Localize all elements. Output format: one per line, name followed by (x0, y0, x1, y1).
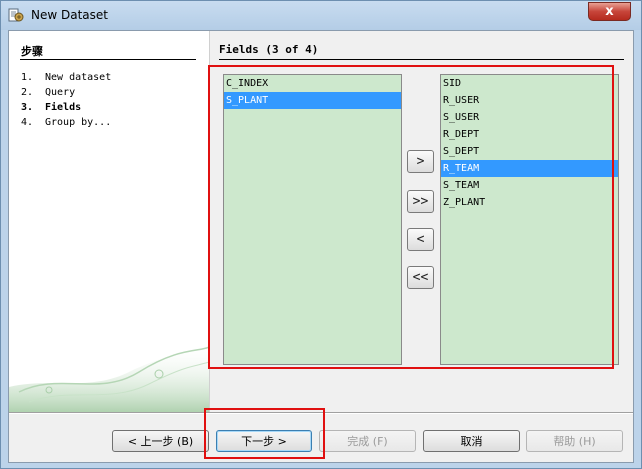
dialog-window: New Dataset x 步骤 1. New dataset 2. Query 3… (0, 0, 642, 469)
cancel-button[interactable]: 取消 (423, 430, 520, 452)
steps-title: 步骤 (21, 45, 43, 58)
steps-divider (20, 59, 196, 60)
close-button[interactable]: x (588, 2, 631, 21)
dataset-wizard-icon (8, 8, 24, 22)
decorative-swirl-graphic (9, 342, 209, 412)
title-bar[interactable]: New Dataset x (1, 1, 641, 30)
window-title: New Dataset (31, 8, 108, 22)
help-button: 帮助 (H) (526, 430, 623, 452)
highlight-box-fields (208, 65, 614, 369)
highlight-box-next (204, 408, 325, 459)
page-title-divider (219, 59, 624, 60)
step-item-query: 2. Query (21, 87, 76, 98)
steps-panel: 步骤 1. New dataset 2. Query 3. Fields 4. Grou… (9, 31, 210, 412)
back-button[interactable]: < 上一步 (B) (112, 430, 209, 452)
step-item-new-dataset: 1. New dataset (21, 72, 112, 83)
wizard-body: 步骤 1. New dataset 2. Query 3. Fields 4. Grou… (8, 30, 634, 463)
step-item-fields: 3. Fields (21, 102, 82, 113)
finish-button: 完成 (F) (319, 430, 416, 452)
step-item-group-by: 4. Group by... (21, 117, 112, 128)
close-icon: x (605, 4, 614, 19)
page-title: Fields (3 of 4) (219, 43, 319, 56)
